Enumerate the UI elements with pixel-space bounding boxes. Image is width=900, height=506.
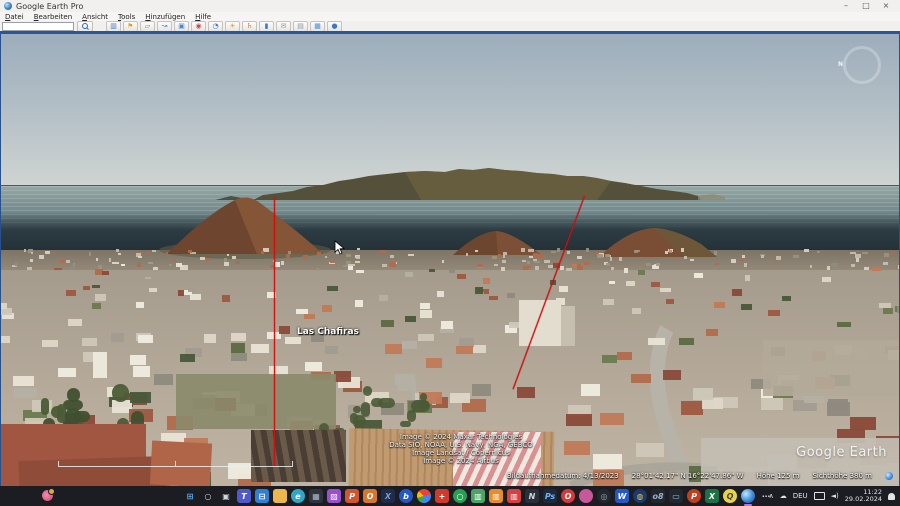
taskbar-icon-app-dark-circle[interactable]: ◎ [597,489,611,503]
onedrive-cloud-icon[interactable]: ☁ [780,492,787,500]
attribution-line: Image © 2024 Airbus [231,457,691,465]
notification-flower-icon[interactable] [42,490,53,501]
compass-north-label: N [838,61,843,68]
toolbar-icon-view-in-maps[interactable]: ● [327,21,342,32]
toolbar-icon-sidebar-toggle[interactable]: ▥ [106,21,121,32]
imagery-date: Bildaufnahmedatum: 4/13/2023 [507,472,619,480]
attribution-line: Data SIO, NOAA, U.S. Navy, NGA, GEBCO [231,441,691,449]
taskbar-icon-paint-p[interactable]: P [345,489,359,503]
taskbar-icon-bing-search[interactable]: b [399,489,413,503]
attribution-line: Image Landsat / Copernicus [231,449,691,457]
close-button[interactable]: × [876,0,896,12]
place-label: Las Chafiras [297,327,359,337]
taskbar-icon-outlook[interactable]: O [363,489,377,503]
taskbar-icon-calculator[interactable]: ▦ [309,489,323,503]
maximize-button[interactable]: □ [856,0,876,12]
taskbar-icon-opera[interactable]: O [561,489,575,503]
toolbar-icon-print[interactable]: ▤ [293,21,308,32]
toolbar-icon-ruler[interactable]: ▮ [259,21,274,32]
taskbar-icon-app-green-badge[interactable]: ▥ [471,489,485,503]
taskbar-icon-acrobat[interactable]: + [435,489,449,503]
toolbar-icon-save-image[interactable]: ▦ [310,21,325,32]
menu-item-datei[interactable]: Datei [5,13,24,21]
toolbar-icon-planets[interactable]: ♄ [242,21,257,32]
toolbar-icon-add-polygon[interactable]: ▱ [140,21,155,32]
taskbar-icon-teams[interactable]: T [237,489,251,503]
menu-item-tools[interactable]: Tools [118,13,135,21]
toolbar-icon-add-path[interactable]: ↝ [157,21,172,32]
system-tray: ∧ ☁ DEU ◄) 11:22 29.02.2024 [769,486,895,506]
pointer-coordinates: 28°01'42.17" N 16°22'47.86" W [632,472,744,480]
window-title: Google Earth Pro [16,2,83,11]
measurement-line-left [274,197,275,467]
taskbar-icons: ⊞○▣T⊟e▦▨POXb+○▥▥▥NPsO◎W◍o8▭PXQ⋯ [183,489,773,503]
app-globe-icon [4,2,12,10]
minimize-button[interactable]: – [836,0,856,12]
taskbar-icon-photoshop[interactable]: Ps [543,489,557,503]
taskbar-icon-start[interactable]: ⊞ [183,489,197,503]
eye-altitude: Sichthöhe 380 m [812,472,872,480]
display-network-icon[interactable] [814,492,825,500]
taskbar-icon-word[interactable]: W [615,489,629,503]
scale-bar [58,460,293,467]
menu-item-bearbeiten[interactable]: Bearbeiten [34,13,72,21]
globe-status-icon [885,472,893,480]
attribution-line: Image © 2024 Maxar Technologies [231,433,691,441]
shoreline [1,250,899,272]
speaker-icon[interactable]: ◄) [831,492,839,500]
taskbar-icon-google-earth[interactable] [741,489,755,503]
taskbar-icon-powerpoint[interactable]: P [687,489,701,503]
menu-item-hilfe[interactable]: Hilfe [195,13,211,21]
taskbar-icon-app-blue-gold[interactable]: ◍ [633,489,647,503]
tray-date: 29.02.2024 [845,496,882,504]
search-button[interactable] [77,21,93,32]
sky [1,34,899,186]
taskbar-icon-green-search[interactable]: ○ [453,489,467,503]
taskbar-icon-app-red-badge[interactable]: ▥ [507,489,521,503]
windows-taskbar: ⊞○▣T⊟e▦▨POXb+○▥▥▥NPsO◎W◍o8▭PXQ⋯ ∧ ☁ DEU … [0,486,900,506]
taskbar-icon-display-app[interactable]: ▭ [669,489,683,503]
taskbar-icon-search[interactable]: ○ [201,489,215,503]
taskbar-icon-photos[interactable]: ▨ [327,489,341,503]
status-bar: Bildaufnahmedatum: 4/13/2023 28°01'42.17… [507,472,893,480]
sea-dark-band [1,212,899,252]
menu-item-hinzufuegen[interactable]: Hinzufügen [145,13,185,21]
toolbar-icons: ▥⚑▱↝▣◉◔☀♄▮✉▤▦● [106,21,342,32]
look-joystick-compass[interactable]: N [843,46,881,84]
earth-viewport[interactable]: N Las Chafiras Image © 2024 Maxar Techno… [0,34,900,486]
toolbar-icon-email[interactable]: ✉ [276,21,291,32]
taskbar-icon-app-x[interactable]: X [381,489,395,503]
toolbar-icon-record-tour[interactable]: ◉ [191,21,206,32]
terrain-elevation: Höhe 125 m [757,472,800,480]
search-input[interactable] [2,22,74,31]
toolbar-icon-historical-imagery[interactable]: ◔ [208,21,223,32]
taskbar-icon-chrome[interactable] [417,489,431,503]
taskbar-icon-store[interactable]: ⊟ [255,489,269,503]
google-earth-watermark: Google Earth [796,445,887,460]
taskbar-icon-excel[interactable]: X [705,489,719,503]
toolbar-icon-add-placemark[interactable]: ⚑ [123,21,138,32]
window-controls: – □ × [836,0,896,12]
taskbar-icon-authenticator[interactable]: Q [723,489,737,503]
menu-item-ansicht[interactable]: Ansicht [82,13,108,21]
taskbar-icon-app-o8[interactable]: o8 [651,489,665,503]
toolbar-icon-sunlight[interactable]: ☀ [225,21,240,32]
toolbar-icon-add-image-overlay[interactable]: ▣ [174,21,189,32]
taskbar-icon-file-explorer[interactable] [273,489,287,503]
language-indicator[interactable]: DEU [793,492,808,500]
taskbar-icon-app-color-circle[interactable] [579,489,593,503]
taskbar-icon-app-dark-badge[interactable]: N [525,489,539,503]
tray-chevron-icon[interactable]: ∧ [769,492,774,500]
toolbar: ▥⚑▱↝▣◉◔☀♄▮✉▤▦● [0,21,900,31]
taskbar-icon-task-view[interactable]: ▣ [219,489,233,503]
taskbar-icon-edge[interactable]: e [291,489,305,503]
google-earth-window: Google Earth Pro – □ × Datei Bearbeiten An… [0,0,900,506]
imagery-attribution: Image © 2024 Maxar TechnologiesData SIO,… [231,433,691,465]
taskbar-icon-app-orange-badge[interactable]: ▥ [489,489,503,503]
clock[interactable]: 11:22 29.02.2024 [845,489,882,504]
search-icon [82,23,88,29]
notifications-bell-icon[interactable] [888,493,895,500]
